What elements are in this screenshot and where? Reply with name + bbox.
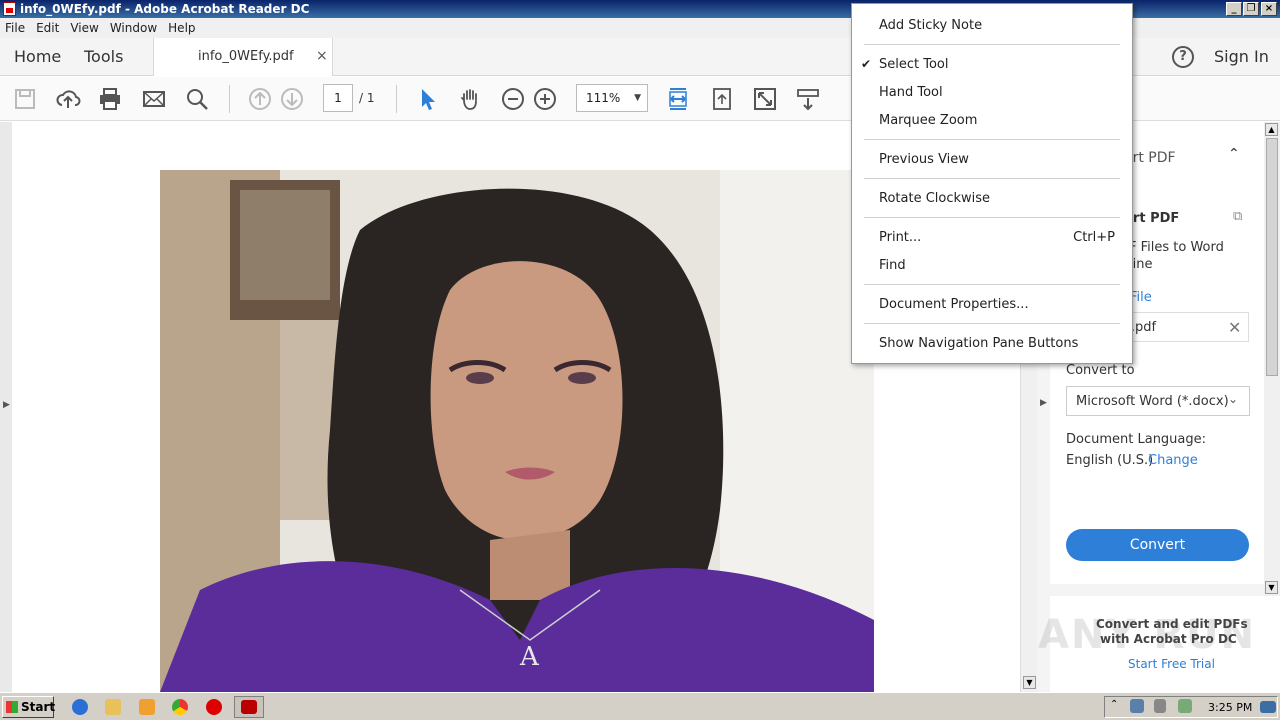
menu-edit[interactable]: Edit — [31, 18, 65, 35]
email-icon[interactable] — [141, 86, 167, 112]
copy-icon[interactable]: ⧉ — [1233, 209, 1242, 224]
toolbar-divider — [229, 85, 230, 113]
menu-item-add-sticky-note[interactable]: Add Sticky Note — [879, 18, 982, 33]
start-label: Start — [21, 700, 56, 714]
menu-item-marquee-zoom[interactable]: Marquee Zoom — [879, 113, 977, 128]
previous-page-icon[interactable] — [247, 86, 273, 112]
select-cursor-icon[interactable] — [414, 86, 440, 112]
action-center-flag-icon[interactable] — [1178, 699, 1192, 713]
context-menu: Add Sticky Note ✔ Select Tool Hand Tool … — [851, 3, 1133, 364]
select-file-link[interactable]: File — [1130, 290, 1152, 305]
full-screen-icon[interactable] — [752, 86, 778, 112]
chrome-icon[interactable] — [172, 699, 188, 715]
tab-home[interactable]: Home — [14, 47, 61, 66]
checkmark-icon: ✔ — [861, 57, 872, 71]
doc-language-label: Document Language: — [1066, 432, 1207, 447]
menu-separator — [864, 44, 1120, 45]
scroll-up-icon[interactable]: ▲ — [1265, 123, 1278, 136]
acrobat-app-icon — [3, 2, 16, 16]
promo-line1: Convert and edit PDFs — [1096, 617, 1248, 631]
left-pane-expand-icon[interactable]: ▶ — [3, 400, 10, 410]
menu-file[interactable]: File — [0, 18, 31, 35]
internet-explorer-icon[interactable] — [72, 699, 88, 715]
acrobat-icon — [241, 700, 257, 714]
fit-width-icon[interactable] — [665, 86, 691, 112]
convert-button[interactable]: Convert — [1066, 529, 1249, 561]
change-language-link[interactable]: Change — [1148, 453, 1198, 468]
page-total: / 1 — [359, 91, 375, 105]
right-pane-collapse-icon[interactable]: ▶ — [1040, 398, 1047, 408]
close-button[interactable]: × — [1261, 2, 1277, 16]
menu-item-rotate-clockwise[interactable]: Rotate Clockwise — [879, 191, 990, 206]
remove-file-icon[interactable]: ✕ — [1228, 318, 1241, 337]
menu-view[interactable]: View — [65, 18, 104, 35]
right-pane-scrollbar[interactable]: ▲ ▼ — [1264, 122, 1280, 596]
menu-help[interactable]: Help — [163, 18, 201, 35]
search-icon[interactable] — [184, 86, 210, 112]
show-hidden-icons-icon[interactable]: ⌃ — [1110, 699, 1120, 713]
menu-item-hand-tool[interactable]: Hand Tool — [879, 85, 943, 100]
print-icon[interactable] — [97, 86, 123, 112]
menu-separator — [864, 139, 1120, 140]
tab-tools[interactable]: Tools — [84, 47, 123, 66]
tab-document[interactable]: info_0WEfy.pdf × — [153, 38, 333, 76]
sign-in-link[interactable]: Sign In — [1214, 47, 1269, 66]
menu-separator — [864, 178, 1120, 179]
menu-item-select-tool[interactable]: Select Tool — [879, 57, 949, 72]
svg-text:A: A — [519, 642, 540, 672]
scroll-mode-icon[interactable] — [795, 86, 821, 112]
save-icon[interactable] — [12, 86, 38, 112]
network-icon[interactable] — [1130, 699, 1144, 713]
next-page-icon[interactable] — [279, 86, 305, 112]
menu-item-show-navigation-pane-buttons[interactable]: Show Navigation Pane Buttons — [879, 336, 1078, 351]
hand-icon[interactable] — [457, 86, 483, 112]
scroll-down-icon[interactable]: ▼ — [1023, 676, 1036, 689]
export-description-line1: F Files to Word — [1129, 240, 1224, 255]
media-player-icon[interactable] — [139, 699, 155, 715]
clock: 3:25 PM — [1208, 701, 1253, 714]
restore-button[interactable]: ❐ — [1243, 2, 1259, 16]
close-tab-icon[interactable]: × — [316, 48, 328, 64]
minimize-button[interactable]: _ — [1226, 2, 1242, 16]
menu-separator — [864, 323, 1120, 324]
scroll-down-icon[interactable]: ▼ — [1265, 581, 1278, 594]
menu-item-document-properties[interactable]: Document Properties... — [879, 297, 1029, 312]
page-number-input[interactable]: 1 — [323, 84, 353, 112]
zoom-value: 111% — [586, 91, 621, 105]
rotate-view-icon[interactable] — [709, 86, 735, 112]
windows-logo-icon — [6, 701, 18, 713]
zoom-select[interactable]: 111% ▼ — [576, 84, 648, 112]
chevron-down-icon: ⌄ — [1228, 392, 1239, 406]
cloud-upload-icon[interactable] — [55, 86, 81, 112]
zoom-in-icon[interactable] — [532, 86, 558, 112]
menu-item-find[interactable]: Find — [879, 258, 906, 273]
document-tab-label: info_0WEfy.pdf — [198, 49, 294, 64]
zoom-out-icon[interactable] — [500, 86, 526, 112]
menu-item-print[interactable]: Print... — [879, 230, 921, 245]
start-button[interactable]: Start — [2, 696, 56, 718]
document-photo: A — [160, 170, 874, 692]
help-icon[interactable]: ? — [1172, 46, 1194, 68]
show-desktop-icon[interactable] — [1260, 701, 1276, 713]
print-shortcut: Ctrl+P — [1073, 230, 1115, 245]
scrollbar-thumb[interactable] — [1266, 138, 1278, 376]
opera-icon[interactable] — [206, 699, 222, 715]
taskbar: Start ⌃ 3:25 PM — [0, 692, 1280, 720]
folder-icon[interactable] — [105, 699, 121, 715]
menu-item-previous-view[interactable]: Previous View — [879, 152, 969, 167]
window-title: info_0WEfy.pdf - Adobe Acrobat Reader DC — [20, 2, 310, 16]
convert-format-value: Microsoft Word (*.docx) — [1076, 394, 1229, 409]
menu-separator — [864, 217, 1120, 218]
doc-language-value: English (U.S.) — [1066, 453, 1154, 468]
menu-separator — [864, 284, 1120, 285]
promo-line2: with Acrobat Pro DC — [1100, 632, 1237, 646]
toolbar-divider — [396, 85, 397, 113]
menu-window[interactable]: Window — [105, 18, 163, 35]
start-free-trial-link[interactable]: Start Free Trial — [1128, 657, 1215, 671]
chevron-down-icon: ▼ — [634, 93, 641, 103]
convert-to-label: Convert to — [1066, 363, 1135, 378]
volume-icon[interactable] — [1154, 699, 1166, 713]
collapse-up-icon[interactable]: ⌃ — [1228, 146, 1240, 162]
